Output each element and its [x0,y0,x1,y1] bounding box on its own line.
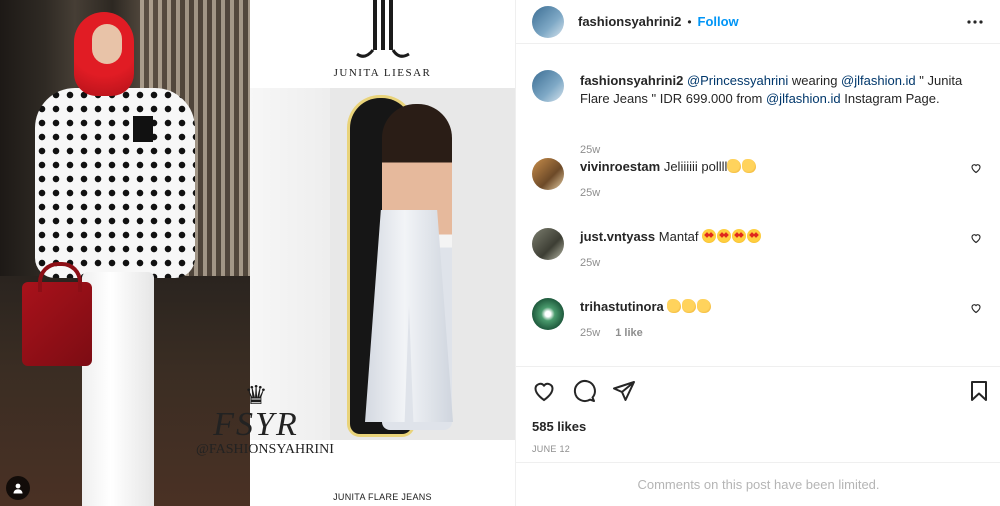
comment-body: Mantaf [658,229,699,244]
comment-username[interactable]: trihastutinora [580,299,664,314]
fsyr-watermark: ♛ FSYR @FASHIONSYAHRINI [196,380,334,472]
mention-link[interactable]: @jlfashion.id [766,91,841,106]
white-pants [82,272,154,506]
tagged-user-icon[interactable] [6,476,30,500]
post-media[interactable]: JUNITA LIESAR JUNITA FLARE JEANS ♛ FSYR … [0,0,515,506]
caption-text: fashionsyahrini2 @Princessyahrini wearin… [580,72,970,108]
watermark-handle: @FASHIONSYAHRINI [196,442,334,457]
star-eyes-emoji-icon [702,229,717,243]
comment-username[interactable]: just.vntyass [580,229,655,244]
comment-timestamp[interactable]: 25w [580,187,600,199]
bookmark-icon [971,381,987,401]
shirt-pocket [133,116,153,142]
avatar[interactable] [532,70,564,102]
watermark-monogram: FSYR [213,406,299,443]
post-header: fashionsyahrini2 • Follow [516,0,1000,44]
heart-icon[interactable] [970,302,982,314]
comment-likes[interactable]: 1 like [615,327,643,339]
header-username[interactable]: fashionsyahrini2 [578,14,681,29]
jl-monogram-icon [355,0,410,58]
caption-part: wearing [788,73,842,88]
comment-text: trihastutinora [580,298,712,316]
mention-link[interactable]: @Princessyahrini [687,73,788,88]
avatar[interactable] [532,5,564,38]
more-options-icon[interactable] [963,10,987,34]
share-icon [613,381,635,401]
star-eyes-emoji-icon [717,229,732,243]
comment-meta: 25w 1 like [580,327,643,339]
user-icon [13,483,23,494]
post-date[interactable]: JUNE 12 [532,444,570,454]
heart-icon [534,382,554,402]
brand-name: JUNITA LIESAR [333,67,432,79]
face [92,24,122,64]
post-sidebar: fashionsyahrini2 • Follow fashionsyahrin… [515,0,1000,506]
comment-item: trihastutinora 25w 1 like [532,298,992,358]
avatar[interactable] [532,228,564,260]
caption-username[interactable]: fashionsyahrini2 [580,73,683,88]
comments-limited-notice: Comments on this post have been limited. [516,462,1000,506]
comment-icon [573,380,596,402]
likes-count[interactable]: 585 likes [532,419,586,434]
follow-button[interactable]: Follow [698,14,739,29]
comments-section[interactable]: fashionsyahrini2 @Princessyahrini wearin… [516,48,1000,366]
like-button[interactable] [530,377,558,405]
caption-timestamp[interactable]: 25w [580,144,600,156]
clap-emoji-icon [667,299,682,313]
separator-dot: • [687,14,692,29]
product-caption: JUNITA FLARE JEANS [333,492,432,502]
avatar[interactable] [532,158,564,190]
comment-meta: 25w [580,187,600,199]
comment-timestamp[interactable]: 25w [580,327,600,339]
comment-text: just.vntyass Mantaf [580,228,762,246]
clap-emoji-icon [682,299,697,313]
red-handbag [22,262,92,366]
comment-body: Jeliiiiii pollll [663,159,728,174]
star-eyes-emoji-icon [732,229,747,243]
caption-part: Instagram Page. [840,91,940,106]
polka-dot-shirt [35,88,195,278]
share-button[interactable] [610,377,638,405]
clap-emoji-icon [742,159,757,173]
comment-button[interactable] [570,377,598,405]
crown-icon: ♛ [244,380,268,410]
heart-icon[interactable] [970,232,982,244]
heart-icon[interactable] [970,162,982,174]
comment-timestamp[interactable]: 25w [580,257,600,269]
comment-text: vivinroestam Jeliiiiii pollll [580,158,757,176]
comment-username[interactable]: vivinroestam [580,159,660,174]
clap-emoji-icon [697,299,712,313]
comment-item: just.vntyass Mantaf 25w [532,228,992,288]
avatar[interactable] [532,298,564,330]
comment-item: vivinroestam Jeliiiiii pollll 25w [532,158,992,218]
star-eyes-emoji-icon [747,229,762,243]
save-button[interactable] [965,377,993,405]
mention-link[interactable]: @jlfashion.id [841,73,916,88]
comment-meta: 25w [580,257,600,269]
clap-emoji-icon [727,159,742,173]
post-actions: 585 likes JUNE 12 [516,366,1000,462]
brand-logo: JUNITA LIESAR [250,0,515,86]
